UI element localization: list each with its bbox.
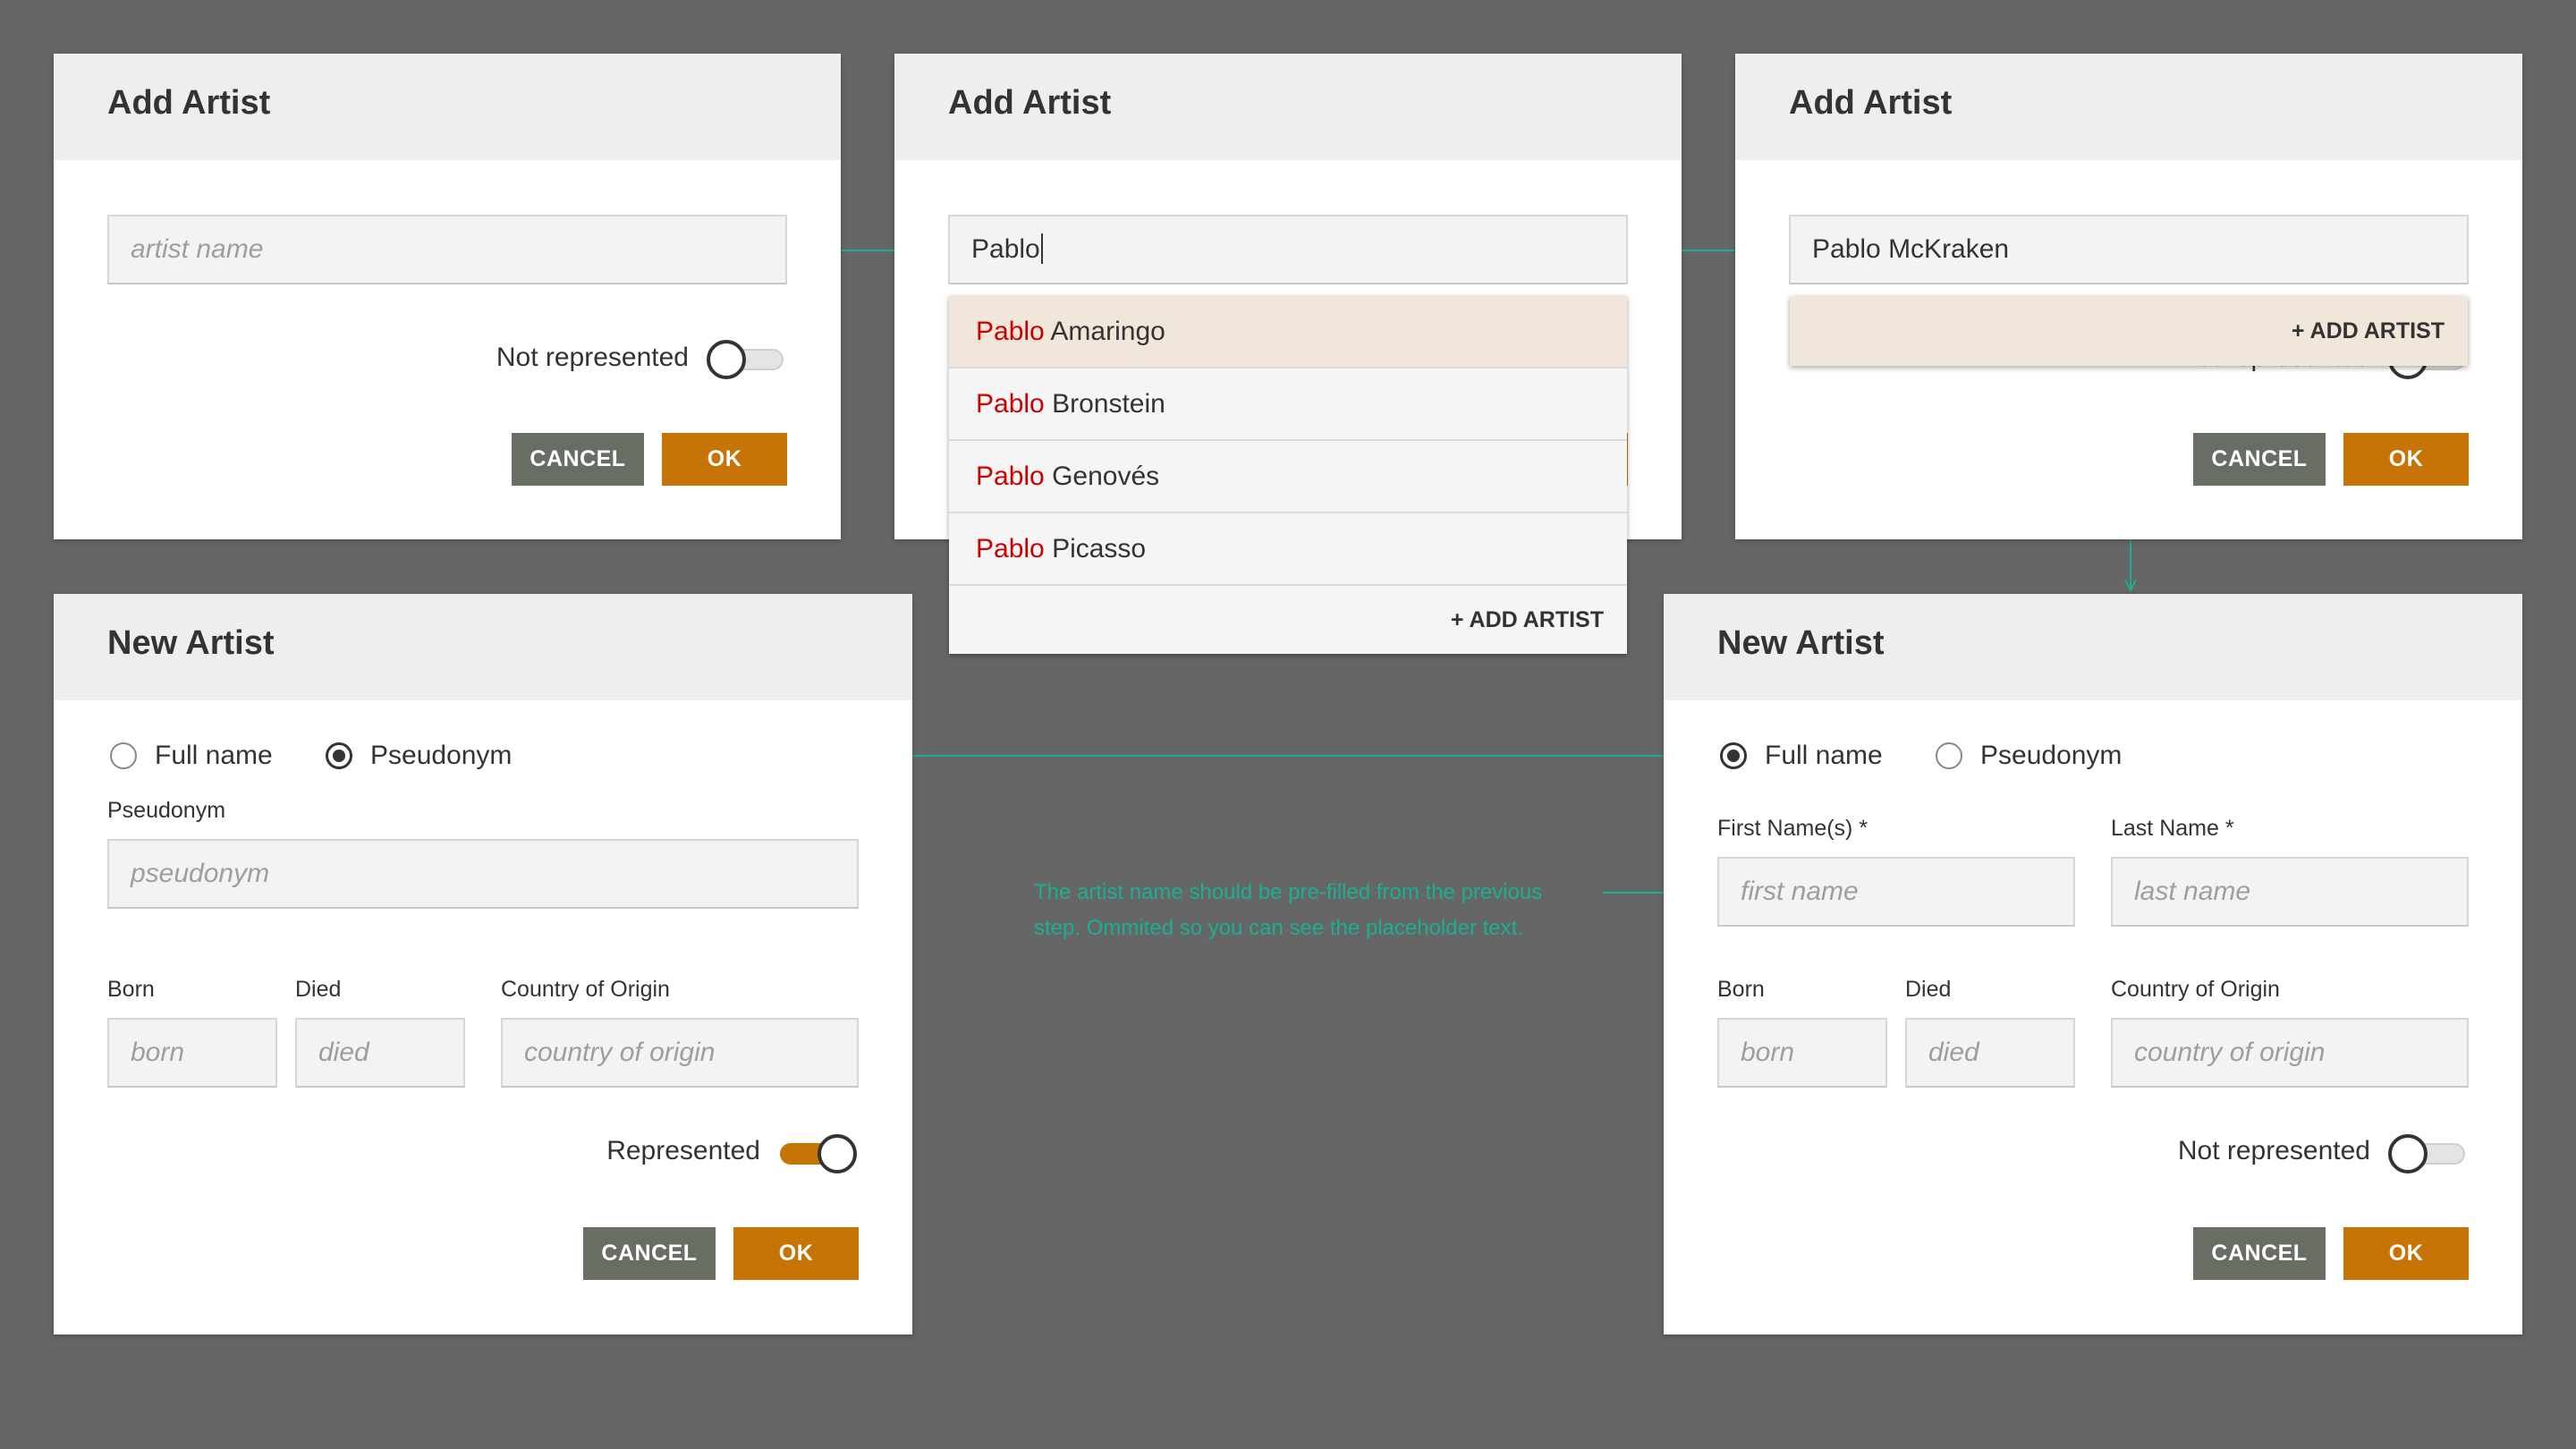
represented-toggle[interactable]	[707, 340, 785, 379]
radio-circle	[326, 742, 352, 769]
add-artist-option[interactable]: + ADD ARTIST	[1790, 296, 2468, 366]
note-line-2: step. Ommited so you can see the placeho…	[1034, 916, 1523, 940]
born-label: Born	[1717, 977, 1765, 1002]
artist-name-input[interactable]: Pablo McKraken	[1789, 215, 2469, 284]
new-artist-dialog-pseudonym: New Artist Full name Pseudonym Pseudonym…	[54, 594, 912, 1335]
died-label: Died	[295, 977, 342, 1002]
radio-circle	[1936, 742, 1962, 769]
cancel-button[interactable]: CANCEL	[2193, 433, 2326, 486]
add-artist-dropdown: + ADD ARTIST	[1790, 296, 2468, 366]
country-input[interactable]: country of origin	[2111, 1018, 2469, 1088]
dialog-header: Add Artist	[1735, 54, 2522, 160]
died-input[interactable]: died	[1905, 1018, 2075, 1088]
ok-button[interactable]: OK	[2343, 1227, 2469, 1280]
ok-button[interactable]: OK	[733, 1227, 859, 1280]
radio-full-name[interactable]: Full name	[1720, 741, 1883, 771]
country-input[interactable]: country of origin	[501, 1018, 859, 1088]
cancel-button[interactable]: CANCEL	[512, 433, 644, 486]
born-label: Born	[107, 977, 155, 1002]
new-artist-dialog-full-name: New Artist Full name Pseudonym First Nam…	[1664, 594, 2522, 1335]
artist-name-input[interactable]: Pablo	[948, 215, 1628, 284]
suggestion-item[interactable]: Pablo Amaringo	[949, 296, 1627, 369]
represented-toggle-label: Not represented	[2177, 1136, 2370, 1165]
ok-button[interactable]: OK	[2343, 433, 2469, 486]
dialog-title: New Artist	[1717, 624, 1885, 662]
dialog-title: Add Artist	[107, 84, 271, 122]
suggestion-item[interactable]: Pablo Bronstein	[949, 369, 1627, 441]
dialog-title: Add Artist	[1789, 84, 1953, 122]
represented-toggle-label: Not represented	[496, 343, 689, 372]
dialog-title: New Artist	[107, 624, 275, 662]
represented-toggle[interactable]	[2388, 1134, 2467, 1174]
suggestion-item[interactable]: Pablo Genovés	[949, 441, 1627, 513]
born-input[interactable]: born	[1717, 1018, 1887, 1088]
radio-pseudonym[interactable]: Pseudonym	[326, 741, 512, 771]
last-name-input[interactable]: last name	[2111, 857, 2469, 927]
dialog-header: New Artist	[1664, 594, 2522, 700]
artist-name-input[interactable]: artist name	[107, 215, 787, 284]
died-input[interactable]: died	[295, 1018, 465, 1088]
artist-suggestions-dropdown: Pablo Amaringo Pablo Bronstein Pablo Gen…	[949, 296, 1627, 654]
dialog-header: Add Artist	[894, 54, 1682, 160]
represented-toggle[interactable]	[778, 1134, 857, 1174]
dialog-header: New Artist	[54, 594, 912, 700]
radio-circle	[1720, 742, 1747, 769]
radio-pseudonym[interactable]: Pseudonym	[1936, 741, 2122, 771]
artist-name-value: Pablo McKraken	[1812, 234, 2010, 264]
add-artist-dialog-empty: Add Artist artist name Not represented C…	[54, 54, 841, 539]
text-caret	[1040, 233, 1043, 265]
annotation-note: The artist name should be pre-filled fro…	[1034, 875, 1542, 946]
pseudonym-label: Pseudonym	[107, 798, 226, 823]
ok-button[interactable]: OK	[662, 433, 787, 486]
represented-toggle-label: Represented	[606, 1136, 760, 1165]
cancel-button[interactable]: CANCEL	[2193, 1227, 2326, 1280]
dialog-header: Add Artist	[54, 54, 841, 160]
first-name-label: First Name(s) *	[1717, 816, 1868, 841]
radio-circle	[110, 742, 137, 769]
pseudonym-input[interactable]: pseudonym	[107, 839, 859, 909]
artist-name-placeholder: artist name	[131, 234, 264, 264]
dialog-title: Add Artist	[948, 84, 1112, 122]
suggestion-item[interactable]: Pablo Picasso	[949, 513, 1627, 586]
add-artist-option[interactable]: + ADD ARTIST	[949, 586, 1627, 654]
country-label: Country of Origin	[2111, 977, 2280, 1002]
artist-name-value: Pablo	[971, 234, 1040, 264]
add-artist-dialog-new: Add Artist Pablo McKraken Not represente…	[1735, 54, 2522, 539]
country-label: Country of Origin	[501, 977, 670, 1002]
last-name-label: Last Name *	[2111, 816, 2234, 841]
born-input[interactable]: born	[107, 1018, 277, 1088]
note-line-1: The artist name should be pre-filled fro…	[1034, 880, 1543, 904]
cancel-button[interactable]: CANCEL	[583, 1227, 716, 1280]
radio-full-name[interactable]: Full name	[110, 741, 273, 771]
first-name-input[interactable]: first name	[1717, 857, 2075, 927]
died-label: Died	[1905, 977, 1952, 1002]
